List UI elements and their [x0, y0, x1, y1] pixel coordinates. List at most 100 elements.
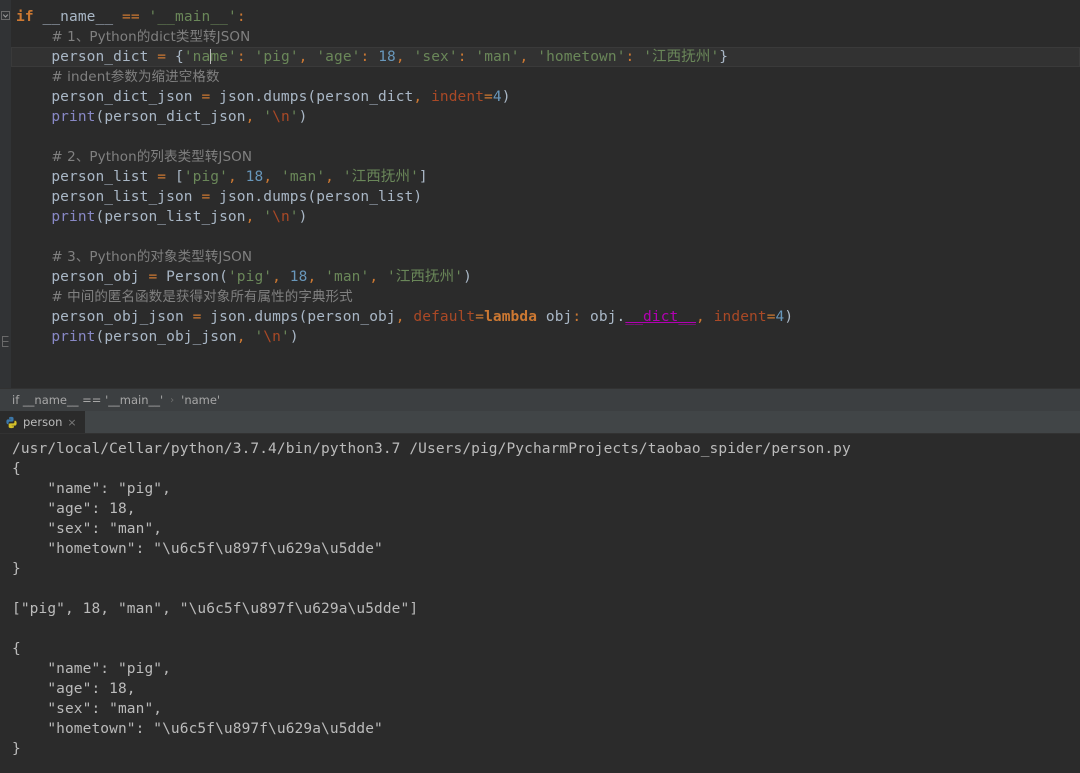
run-tab-strip-filler: [85, 411, 1080, 433]
code-indent: [16, 169, 51, 185]
code-token: json.dumps(person_list): [210, 189, 422, 205]
code-token: ,: [396, 49, 405, 65]
code-line[interactable]: # indent参数为缩进空格数: [11, 67, 1080, 87]
code-line[interactable]: person_list_json = json.dumps(person_lis…: [11, 187, 1080, 207]
code-line[interactable]: person_list = ['pig', 18, 'man', '江西抚州']: [11, 167, 1080, 187]
code-lines[interactable]: if __name__ == '__main__': # 1、Python的di…: [11, 0, 1080, 388]
console-line: /usr/local/Cellar/python/3.7.4/bin/pytho…: [12, 439, 1080, 459]
code-token: 18: [378, 49, 396, 65]
breadcrumb-item-element[interactable]: 'name': [181, 393, 220, 407]
code-token: ,: [325, 169, 334, 185]
breadcrumb[interactable]: if __name__ == '__main__' › 'name': [0, 388, 1080, 411]
code-token: person_obj_json: [51, 309, 192, 325]
code-token: [405, 49, 414, 65]
code-token: if: [16, 9, 34, 25]
code-token: # 2、Python的列表类型转JSON: [51, 149, 252, 165]
code-token: 18: [246, 169, 264, 185]
code-token: '江西抚州': [643, 49, 719, 65]
code-token: ': [290, 209, 299, 225]
code-token: ,: [369, 269, 378, 285]
code-token: [254, 109, 263, 125]
code-token: ): [299, 109, 308, 125]
code-token: 4: [493, 89, 502, 105]
fold-collapse-marker[interactable]: [1, 11, 10, 20]
code-token: print: [51, 209, 95, 225]
code-line[interactable]: person_dict = {'name': 'pig', 'age': 18,…: [11, 47, 1080, 67]
code-token: lambda: [484, 309, 537, 325]
code-token: ): [463, 269, 472, 285]
code-token: ): [290, 329, 299, 345]
code-token: \n: [272, 109, 290, 125]
run-tab-label: person: [23, 415, 62, 429]
console-output[interactable]: /usr/local/Cellar/python/3.7.4/bin/pytho…: [0, 434, 1080, 773]
code-line[interactable]: person_obj_json = json.dumps(person_obj,…: [11, 307, 1080, 327]
code-token: [378, 269, 387, 285]
code-line[interactable]: # 3、Python的对象类型转JSON: [11, 247, 1080, 267]
code-token: Person(: [157, 269, 228, 285]
code-line[interactable]: person_dict_json = json.dumps(person_dic…: [11, 87, 1080, 107]
code-token: ==: [122, 9, 140, 25]
fold-end-marker[interactable]: [1, 336, 10, 345]
code-line[interactable]: [11, 127, 1080, 147]
code-editor[interactable]: if __name__ == '__main__': # 1、Python的di…: [0, 0, 1080, 388]
run-tab-person[interactable]: person ×: [0, 411, 85, 433]
code-token: person_obj: [51, 269, 148, 285]
run-tab-strip: person ×: [0, 411, 1080, 434]
python-file-icon: [5, 416, 18, 429]
code-token: [422, 89, 431, 105]
code-line[interactable]: # 中间的匿名函数是获得对象所有属性的字典形式: [11, 287, 1080, 307]
code-token: =: [201, 89, 210, 105]
console-line: [12, 619, 1080, 639]
console-line: [12, 579, 1080, 599]
code-token: # 中间的匿名函数是获得对象所有属性的字典形式: [51, 289, 352, 305]
code-token: json.dumps(person_obj: [201, 309, 395, 325]
code-token: ': [290, 109, 299, 125]
code-indent: [16, 249, 51, 265]
run-tool-window: person × /usr/local/Cellar/python/3.7.4/…: [0, 411, 1080, 773]
code-line[interactable]: print(person_list_json, '\n'): [11, 207, 1080, 227]
code-token: __dict__: [625, 309, 696, 325]
code-token: [272, 169, 281, 185]
code-indent: [16, 89, 51, 105]
code-line[interactable]: if __name__ == '__main__':: [11, 7, 1080, 27]
code-indent: [16, 309, 51, 325]
code-token: 18: [290, 269, 308, 285]
code-token: obj.: [581, 309, 625, 325]
code-line[interactable]: person_obj = Person('pig', 18, 'man', '江…: [11, 267, 1080, 287]
code-token: # indent参数为缩进空格数: [51, 69, 219, 85]
code-token: ,: [396, 309, 405, 325]
code-token: 'pig': [255, 49, 299, 65]
code-line[interactable]: print(person_obj_json, '\n'): [11, 327, 1080, 347]
code-line[interactable]: [11, 227, 1080, 247]
code-token: [113, 9, 122, 25]
code-token: '江西抚州': [343, 169, 419, 185]
code-token: [281, 269, 290, 285]
breadcrumb-item-scope[interactable]: if __name__ == '__main__': [12, 393, 163, 407]
code-line[interactable]: print(person_dict_json, '\n'): [11, 107, 1080, 127]
code-token: person_list: [51, 169, 157, 185]
close-icon[interactable]: ×: [67, 417, 76, 428]
code-indent: [16, 329, 51, 345]
code-token: obj: [537, 309, 572, 325]
code-token: # 3、Python的对象类型转JSON: [51, 249, 252, 265]
code-token: ,: [413, 89, 422, 105]
code-token: =: [201, 189, 210, 205]
code-token: print: [51, 329, 95, 345]
console-line: }: [12, 739, 1080, 759]
code-line[interactable]: # 1、Python的dict类型转JSON: [11, 27, 1080, 47]
console-line: "age": 18,: [12, 679, 1080, 699]
code-token: [334, 169, 343, 185]
code-token: [705, 309, 714, 325]
console-line: "name": "pig",: [12, 479, 1080, 499]
code-token: ,: [696, 309, 705, 325]
code-token: 'age': [316, 49, 360, 65]
code-token: :: [572, 309, 581, 325]
code-token: ,: [237, 329, 246, 345]
code-line[interactable]: # 2、Python的列表类型转JSON: [11, 147, 1080, 167]
code-indent: [16, 109, 51, 125]
code-token: \n: [263, 329, 281, 345]
code-token: [369, 49, 378, 65]
code-token: ': [281, 329, 290, 345]
code-token: ,: [272, 269, 281, 285]
code-token: (person_obj_json: [95, 329, 236, 345]
